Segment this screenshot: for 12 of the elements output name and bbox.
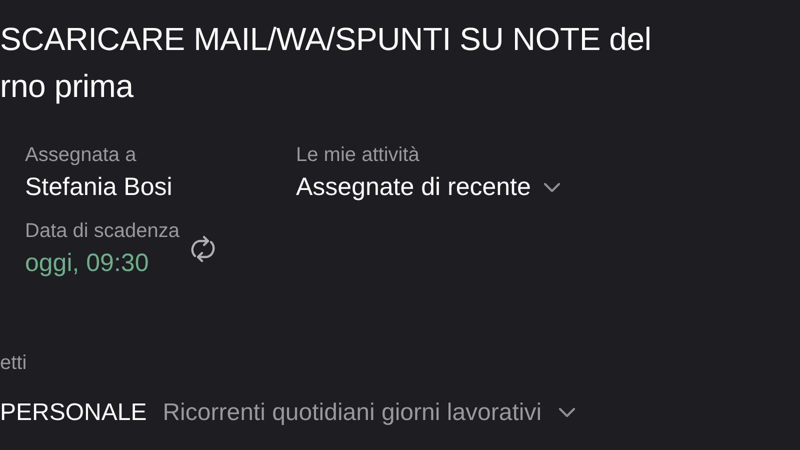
chevron-down-icon <box>558 407 576 419</box>
field-label: Le mie attività <box>296 144 420 167</box>
section-name[interactable]: Ricorrenti quotidiani giorni lavorativi <box>162 399 542 427</box>
list-selector[interactable]: Assegnate di recente <box>296 173 531 202</box>
due-date[interactable]: oggi, 09:30 <box>25 249 149 278</box>
field-label: Data di scadenza <box>25 220 180 243</box>
field-label: Assegnata a <box>25 144 136 167</box>
section-label: etti <box>0 352 27 375</box>
assignee-name[interactable]: Stefania Bosi <box>25 173 172 202</box>
task-title: SCARICARE MAIL/WA/SPUNTI SU NOTE del rno prima <box>0 20 652 106</box>
chevron-down-icon <box>542 182 561 194</box>
project-name[interactable]: PERSONALE <box>0 399 147 427</box>
